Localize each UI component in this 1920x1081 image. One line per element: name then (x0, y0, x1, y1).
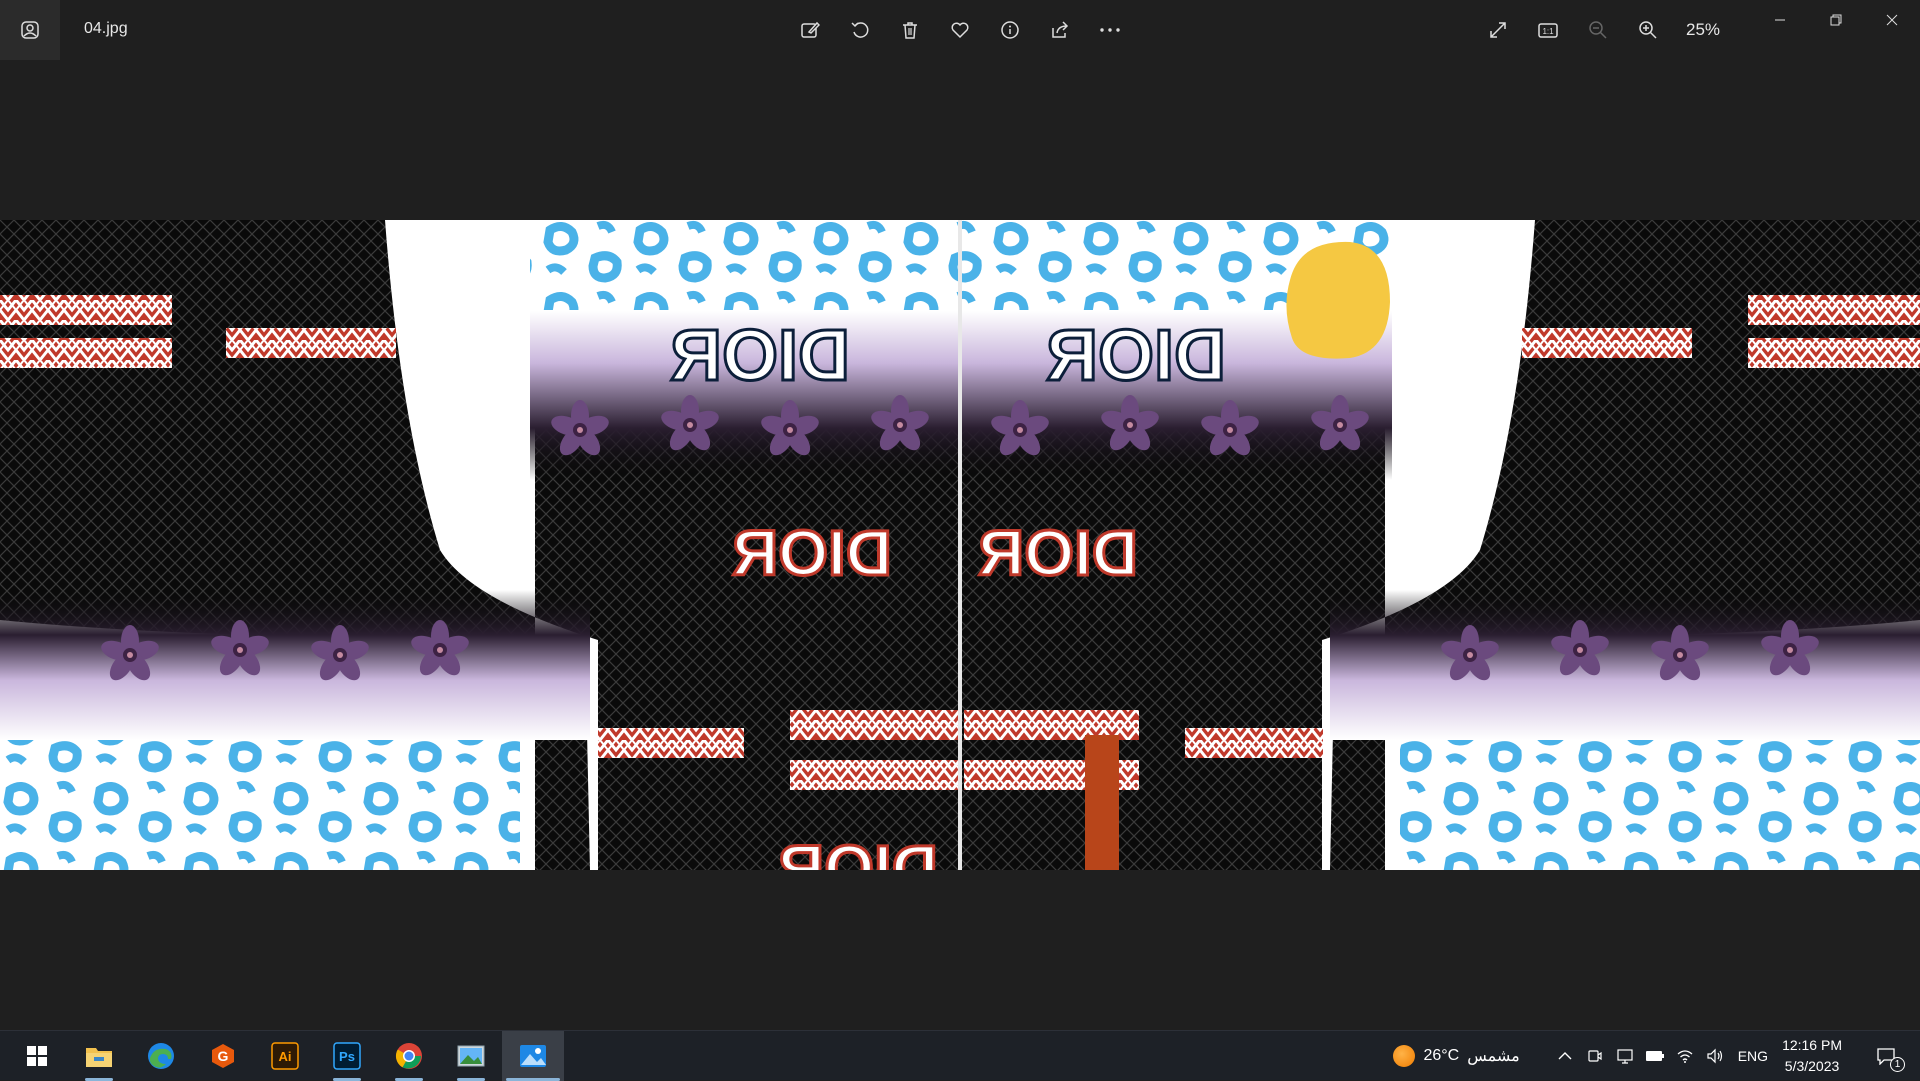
speaker-icon (1707, 1048, 1722, 1064)
view-toolbar: 1:1 25% (1478, 10, 1728, 50)
svg-text:DIOR: DIOR (670, 316, 850, 396)
actual-size-button[interactable]: 1:1 (1528, 10, 1568, 50)
clock-time: 12:16 PM (1782, 1037, 1842, 1053)
wifi-icon (1677, 1050, 1693, 1063)
chrome-app[interactable] (378, 1031, 440, 1081)
image-canvas[interactable]: DIOR DIOR DIOR DIOR DIOR (0, 220, 1920, 870)
zoom-in-button[interactable] (1628, 10, 1668, 50)
input-language[interactable]: ENG (1738, 1048, 1768, 1064)
svg-text:G: G (218, 1048, 229, 1064)
rotate-button[interactable] (840, 10, 880, 50)
weather-widget[interactable]: 26°C مشمس (1393, 1045, 1520, 1067)
notification-center-button[interactable]: 1 (1866, 1047, 1906, 1072)
photoshop-icon: Ps (333, 1042, 361, 1070)
svg-text:Ps: Ps (339, 1049, 355, 1064)
info-icon (1001, 21, 1019, 39)
edit-image-icon (801, 21, 820, 38)
weather-temp: 26°C (1423, 1047, 1460, 1064)
svg-text:1:1: 1:1 (1542, 27, 1554, 36)
image-viewer-app[interactable] (440, 1031, 502, 1081)
file-explorer-app[interactable] (68, 1031, 130, 1081)
chrome-icon (395, 1043, 422, 1069)
taskbar-apps: G Ai Ps (6, 1031, 564, 1081)
camera-icon (1588, 1050, 1602, 1062)
fullscreen-button[interactable] (1478, 10, 1518, 50)
clock[interactable]: 12:16 PM 5/3/2023 (1782, 1035, 1842, 1077)
photos-app[interactable] (502, 1031, 564, 1081)
taskbar: G Ai Ps 26°C مشمس ENG 12:16 PM 5/3/2023 … (0, 1030, 1920, 1081)
start-button[interactable] (6, 1031, 68, 1081)
edge-app[interactable] (130, 1031, 192, 1081)
clock-date: 5/3/2023 (1784, 1058, 1840, 1074)
more-options-icon (1100, 28, 1120, 32)
main-toolbar (790, 10, 1130, 50)
svg-text:DIOR: DIOR (978, 517, 1138, 589)
rotate-icon (851, 22, 869, 38)
show-hidden-icons-button[interactable] (1550, 1051, 1580, 1061)
file-name: 04.jpg (84, 20, 128, 37)
delete-icon (903, 22, 917, 39)
volume-button[interactable] (1700, 1048, 1730, 1064)
folder-icon (86, 1048, 112, 1067)
delete-button[interactable] (890, 10, 930, 50)
close-button[interactable] (1864, 0, 1920, 40)
wifi-button[interactable] (1670, 1048, 1700, 1064)
restore-icon (1830, 14, 1842, 26)
battery-button[interactable] (1640, 1050, 1670, 1062)
battery-icon (1645, 1051, 1664, 1061)
chevron-up-icon (1558, 1052, 1572, 1060)
system-tray: 26°C مشمس ENG 12:16 PM 5/3/2023 1 (1393, 1031, 1920, 1081)
weather-condition: مشمس (1467, 1048, 1520, 1065)
photoshop-app[interactable]: Ps (316, 1031, 378, 1081)
display-tray-button[interactable] (1610, 1048, 1640, 1064)
close-icon (1886, 14, 1898, 26)
svg-text:DIOR: DIOR (778, 832, 938, 870)
zoom-out-button[interactable] (1578, 10, 1618, 50)
illustrator-app[interactable]: Ai (254, 1031, 316, 1081)
svg-text:DIOR: DIOR (1046, 316, 1226, 396)
shirt-template-image: DIOR DIOR DIOR DIOR DIOR (0, 220, 1920, 870)
minimize-button[interactable] (1752, 0, 1808, 40)
favorite-heart-icon (951, 22, 969, 39)
notification-badge: 1 (1890, 1057, 1905, 1072)
share-button[interactable] (1040, 10, 1080, 50)
edge-icon (148, 1043, 174, 1069)
windows-logo-icon (27, 1046, 47, 1066)
zoom-level[interactable]: 25% (1678, 20, 1728, 40)
photos-icon (520, 1045, 546, 1067)
favorite-button[interactable] (940, 10, 980, 50)
zoom-out-icon (1589, 21, 1607, 39)
more-options-button[interactable] (1090, 10, 1130, 50)
svg-text:Ai: Ai (279, 1049, 292, 1064)
sun-icon (1393, 1045, 1416, 1067)
zoom-in-icon (1639, 21, 1657, 39)
meet-now-button[interactable] (1580, 1048, 1610, 1064)
window-controls (1752, 0, 1920, 40)
restore-button[interactable] (1808, 0, 1864, 40)
share-icon (1052, 21, 1069, 38)
illustrator-icon: Ai (271, 1042, 299, 1070)
photos-app-icon[interactable] (0, 0, 60, 60)
picture-icon (457, 1045, 485, 1067)
info-button[interactable] (990, 10, 1030, 50)
fullscreen-icon (1490, 22, 1506, 38)
svg-text:DIOR: DIOR (732, 517, 892, 589)
grammarly-app[interactable]: G (192, 1031, 254, 1081)
title-bar: 04.jpg 1:1 25% (0, 0, 1920, 60)
edit-image-button[interactable] (790, 10, 830, 50)
minimize-icon (1775, 19, 1785, 21)
monitor-icon (1617, 1049, 1633, 1064)
actual-size-icon: 1:1 (1538, 23, 1558, 38)
grammarly-g-icon: G (212, 1044, 234, 1068)
